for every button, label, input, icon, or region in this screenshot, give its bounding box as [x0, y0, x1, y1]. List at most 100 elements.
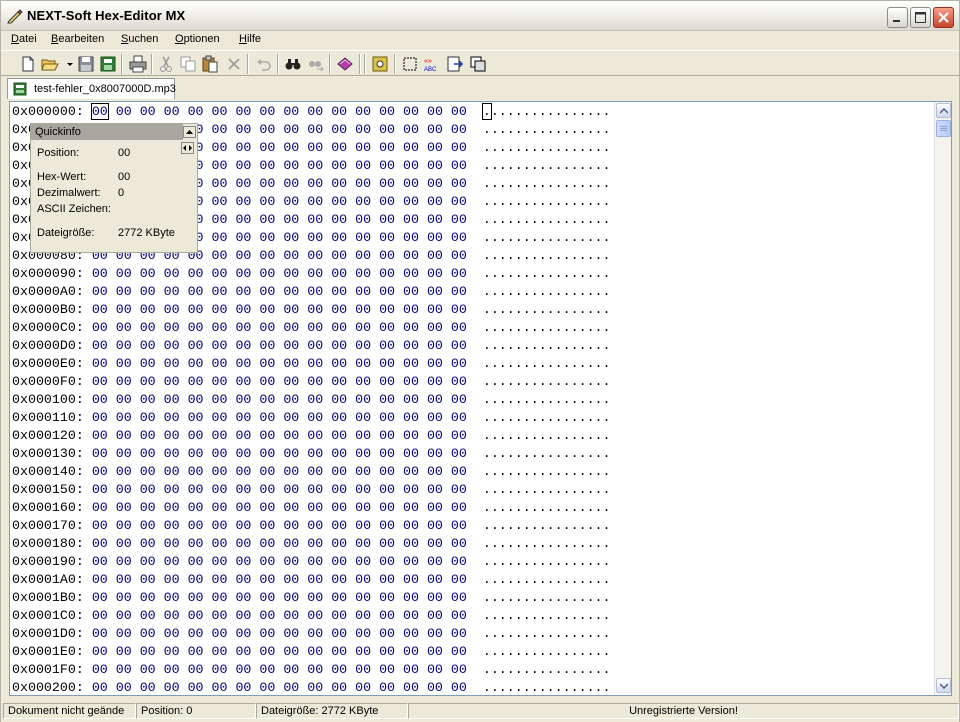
hex-ascii[interactable]: ...............: [491, 590, 611, 605]
hex-bytes[interactable]: 00 00 00 00 00 00 00 00 00 00 00 00 00 0…: [90, 103, 467, 120]
hex-ascii[interactable]: .: [483, 320, 491, 335]
hex-ascii[interactable]: ...............: [491, 248, 611, 263]
select-box-icon[interactable]: [401, 55, 419, 73]
hex-ascii[interactable]: ...............: [491, 464, 611, 479]
hex-bytes[interactable]: 00 00 00 00 00 00 00 00 00 00 00 00 00 0…: [92, 644, 467, 659]
hex-row[interactable]: 0x000170: 00 00 00 00 00 00 00 00 00 00 …: [12, 517, 611, 535]
hex-ascii[interactable]: .: [483, 482, 491, 497]
hex-ascii[interactable]: ...............: [491, 356, 611, 371]
hex-ascii[interactable]: ...............: [491, 662, 611, 677]
copy-window-icon[interactable]: [469, 55, 487, 73]
cut-icon[interactable]: [157, 55, 175, 73]
hex-row[interactable]: 0x0000C0: 00 00 00 00 00 00 00 00 00 00 …: [12, 319, 611, 337]
hex-ascii[interactable]: .: [483, 392, 491, 407]
hex-bytes[interactable]: 00 00 00 00 00 00 00 00 00 00 00 00 00 0…: [92, 392, 467, 407]
hex-bytes[interactable]: 00 00 00 00 00 00 00 00 00 00 00 00 00 0…: [92, 446, 467, 461]
hex-row[interactable]: 0x0001E0: 00 00 00 00 00 00 00 00 00 00 …: [12, 643, 611, 661]
hex-row[interactable]: 0x0001A0: 00 00 00 00 00 00 00 00 00 00 …: [12, 571, 611, 589]
hex-ascii[interactable]: .: [483, 284, 491, 299]
hex-row[interactable]: 0x0000A0: 00 00 00 00 00 00 00 00 00 00 …: [12, 283, 611, 301]
hex-row[interactable]: 0x0001B0: 00 00 00 00 00 00 00 00 00 00 …: [12, 589, 611, 607]
hex-ascii[interactable]: ...............: [491, 554, 611, 569]
hex-ascii[interactable]: .: [483, 122, 491, 137]
hex-bytes[interactable]: 00 00 00 00 00 00 00 00 00 00 00 00 00 0…: [92, 284, 467, 299]
hex-ascii[interactable]: .: [483, 644, 491, 659]
hex-ascii[interactable]: .: [483, 302, 491, 317]
hex-ascii[interactable]: ...............: [491, 392, 611, 407]
scroll-down-button[interactable]: [936, 678, 951, 693]
bookmark-book-icon[interactable]: [336, 55, 354, 73]
close-button[interactable]: [933, 7, 954, 28]
hex-row[interactable]: 0x000150: 00 00 00 00 00 00 00 00 00 00 …: [12, 481, 611, 499]
hex-bytes[interactable]: 00 00 00 00 00 00 00 00 00 00 00 00 00 0…: [92, 554, 467, 569]
hex-ascii[interactable]: ...............: [491, 194, 611, 209]
hex-ascii[interactable]: .: [483, 464, 491, 479]
quickinfo-panel[interactable]: Quickinfo Position: 00 Hex-Wert: 00 Dezi…: [30, 123, 198, 253]
hex-bytes[interactable]: 00 00 00 00 00 00 00 00 00 00 00 00 00 0…: [92, 626, 467, 641]
hex-ascii[interactable]: ...............: [491, 482, 611, 497]
quickinfo-titlebar[interactable]: Quickinfo: [31, 124, 183, 140]
hex-ascii[interactable]: ...............: [491, 518, 611, 533]
hex-row[interactable]: 0x0001D0: 00 00 00 00 00 00 00 00 00 00 …: [12, 625, 611, 643]
hex-row[interactable]: 0x000200: 00 00 00 00 00 00 00 00 00 00 …: [12, 679, 611, 695]
hex-row[interactable]: 0x000100: 00 00 00 00 00 00 00 00 00 00 …: [12, 391, 611, 409]
text-convert-icon[interactable]: «» ABC: [423, 55, 441, 73]
hex-ascii[interactable]: ...............: [491, 176, 611, 191]
copy-icon[interactable]: [179, 55, 197, 73]
hex-ascii[interactable]: ...............: [491, 266, 611, 281]
hex-bytes[interactable]: 00 00 00 00 00 00 00 00 00 00 00 00 00 0…: [92, 428, 467, 443]
paste-icon[interactable]: [201, 55, 219, 73]
hex-ascii[interactable]: ...............: [491, 644, 611, 659]
hex-ascii[interactable]: .: [483, 446, 491, 461]
hex-ascii[interactable]: .: [483, 194, 491, 209]
hex-ascii[interactable]: ...............: [491, 680, 611, 695]
menu-suchen[interactable]: Suchen: [121, 33, 158, 45]
gear-tool-icon[interactable]: [371, 55, 389, 73]
hex-ascii[interactable]: ...............: [491, 104, 611, 119]
maximize-button[interactable]: [910, 7, 931, 28]
hex-ascii[interactable]: ...............: [491, 140, 611, 155]
save-icon[interactable]: [77, 55, 95, 73]
hex-bytes[interactable]: 00 00 00 00 00 00 00 00 00 00 00 00 00 0…: [92, 356, 467, 371]
hex-ascii[interactable]: .: [483, 374, 491, 389]
undo-icon[interactable]: [255, 55, 273, 73]
hex-ascii[interactable]: .: [483, 212, 491, 227]
delete-icon[interactable]: [225, 55, 243, 73]
hex-bytes[interactable]: 00 00 00 00 00 00 00 00 00 00 00 00 00 0…: [92, 338, 467, 353]
hex-ascii[interactable]: .: [483, 248, 491, 263]
menu-datei[interactable]: Datei: [11, 33, 37, 45]
hex-bytes[interactable]: 00 00 00 00 00 00 00 00 00 00 00 00 00 0…: [92, 482, 467, 497]
quickinfo-collapse-button[interactable]: [183, 126, 196, 138]
hex-bytes[interactable]: 00 00 00 00 00 00 00 00 00 00 00 00 00 0…: [92, 590, 467, 605]
hex-ascii[interactable]: ...............: [491, 446, 611, 461]
hex-ascii[interactable]: ...............: [491, 338, 611, 353]
hex-bytes[interactable]: 00 00 00 00 00 00 00 00 00 00 00 00 00 0…: [92, 518, 467, 533]
hex-ascii[interactable]: ...............: [491, 230, 611, 245]
hex-ascii[interactable]: ...............: [491, 500, 611, 515]
menu-bearbeiten[interactable]: Bearbeiten: [51, 33, 104, 45]
quickinfo-resize-button[interactable]: [181, 142, 194, 154]
hex-ascii[interactable]: ...............: [491, 626, 611, 641]
hex-ascii[interactable]: ...............: [491, 428, 611, 443]
hex-ascii[interactable]: .: [483, 572, 491, 587]
ascii-cursor[interactable]: .: [481, 103, 492, 120]
minimize-button[interactable]: [887, 7, 908, 28]
hex-bytes[interactable]: 00 00 00 00 00 00 00 00 00 00 00 00 00 0…: [92, 410, 467, 425]
hex-bytes[interactable]: 00 00 00 00 00 00 00 00 00 00 00 00 00 0…: [92, 608, 467, 623]
hex-ascii[interactable]: .: [483, 500, 491, 515]
hex-bytes[interactable]: 00 00 00 00 00 00 00 00 00 00 00 00 00 0…: [92, 572, 467, 587]
hex-bytes[interactable]: 00 00 00 00 00 00 00 00 00 00 00 00 00 0…: [92, 500, 467, 515]
menu-optionen[interactable]: Optionen: [175, 33, 220, 45]
byte-cursor[interactable]: 00: [90, 103, 109, 120]
hex-bytes[interactable]: 00 00 00 00 00 00 00 00 00 00 00 00 00 0…: [92, 374, 467, 389]
find-icon[interactable]: [284, 55, 302, 73]
hex-row[interactable]: 0x000140: 00 00 00 00 00 00 00 00 00 00 …: [12, 463, 611, 481]
hex-ascii[interactable]: .: [483, 158, 491, 173]
hex-ascii[interactable]: .: [483, 518, 491, 533]
export-icon[interactable]: [446, 55, 464, 73]
hex-ascii[interactable]: .: [483, 410, 491, 425]
hex-ascii[interactable]: ...............: [491, 572, 611, 587]
hex-ascii[interactable]: ...............: [491, 122, 611, 137]
scroll-thumb[interactable]: [936, 120, 951, 137]
hex-ascii[interactable]: ...............: [491, 302, 611, 317]
